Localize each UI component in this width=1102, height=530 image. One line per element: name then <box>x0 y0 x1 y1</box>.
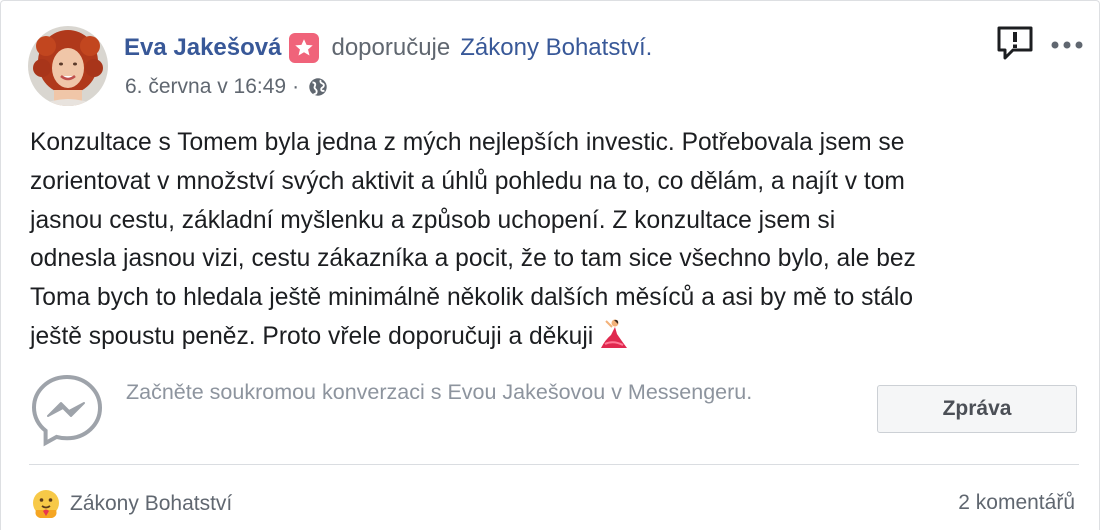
action-text: doporučuje <box>331 34 451 61</box>
timestamp-link[interactable]: 6. června v 16:49 <box>125 73 286 101</box>
more-options-icon[interactable] <box>1050 37 1084 55</box>
post-meta: 6. června v 16:49 · <box>125 73 329 101</box>
recommendation-post-card: Eva Jakešová doporučuje Zákony Bohatství… <box>0 0 1100 530</box>
author-name-link[interactable]: Eva Jakešová <box>124 31 281 65</box>
page-link[interactable]: Zákony Bohatství. <box>460 31 652 65</box>
post-body-line: jasnou cestu, základní myšlenku a způsob… <box>30 206 836 234</box>
divider <box>29 464 1079 465</box>
messenger-icon <box>29 373 105 452</box>
dancer-emoji-icon <box>597 318 629 363</box>
post-body: Konzultace s Tomem byla jedna z mých nej… <box>30 124 1090 357</box>
globe-icon[interactable] <box>307 76 329 98</box>
post-body-line: ještě spoustu peněz. Proto vřele doporuč… <box>30 322 594 350</box>
report-icon[interactable] <box>995 24 1035 67</box>
post-body-line: Toma bych to hledala ještě minimálně něk… <box>30 284 914 312</box>
meta-separator: · <box>292 75 300 98</box>
post-body-line: zorientovat v množství svých aktivit a ú… <box>30 167 905 195</box>
footer-reactions[interactable]: Zákony Bohatství <box>30 488 232 520</box>
care-reaction-icon <box>30 488 62 520</box>
author-avatar[interactable] <box>28 26 108 106</box>
post-body-line: odnesla jasnou vizi, cestu zákazníka a p… <box>30 245 916 273</box>
post-header: Eva Jakešová doporučuje Zákony Bohatství… <box>124 31 652 65</box>
comments-count-link[interactable]: 2 komentářů <box>958 491 1075 515</box>
star-badge-icon <box>289 33 320 63</box>
messenger-prompt: Začněte soukromou konverzaci s Evou Jake… <box>126 380 753 404</box>
post-body-last-line: ještě spoustu peněz. Proto vřele doporuč… <box>30 318 1090 357</box>
message-button[interactable]: Zpráva <box>877 385 1077 433</box>
footer-page-name[interactable]: Zákony Bohatství <box>70 492 232 516</box>
post-body-line: Konzultace s Tomem byla jedna z mých nej… <box>30 129 905 156</box>
